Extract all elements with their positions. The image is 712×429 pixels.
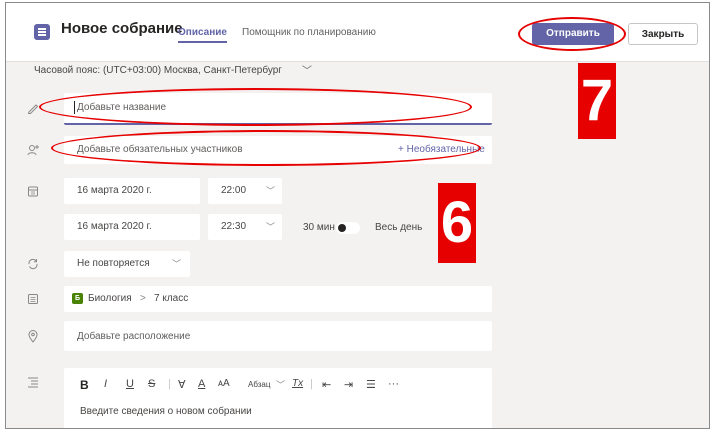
highlight-ellipse-attendees [51, 130, 481, 166]
repeat-value: Не повторяется [77, 258, 150, 269]
bullets-button[interactable]: ☰ [366, 378, 376, 391]
tab-description[interactable]: Описание [178, 27, 227, 43]
start-date-value: 16 марта 2020 г. [77, 185, 152, 196]
chevron-down-icon[interactable]: ﹀ [302, 62, 312, 77]
start-date-picker[interactable]: 16 марта 2020 г. [64, 178, 200, 204]
indent-button[interactable]: ⇥ [344, 378, 353, 391]
highlight-ellipse-send [518, 17, 626, 51]
chevron-down-icon: ﹀ [266, 186, 276, 196]
end-date-value: 16 марта 2020 г. [77, 221, 152, 232]
details-editor[interactable]: B I U S | ∀ A ᴀA Абзац ﹀ Tx | ⇤ ⇥ ☰ ··· … [64, 368, 492, 428]
end-date-picker[interactable]: 16 марта 2020 г. [64, 214, 200, 240]
start-time-picker[interactable]: 22:00 ﹀ [208, 178, 282, 204]
highlight-button[interactable]: ∀ [178, 378, 186, 391]
close-button[interactable]: Закрыть [628, 23, 698, 45]
duration-label: 30 мин [303, 222, 335, 233]
strikethrough-button[interactable]: S [148, 378, 155, 390]
highlight-ellipse-title [39, 88, 472, 126]
page-title: Новое собрание [61, 20, 183, 37]
end-time-value: 22:30 [221, 221, 247, 232]
step-7-badge: 7 [578, 63, 616, 139]
start-time-value: 22:00 [221, 185, 247, 196]
end-time-picker[interactable]: 22:30 ﹀ [208, 214, 282, 240]
meeting-window: Новое собрание Описание Помощник по план… [5, 2, 710, 429]
step-6-badge: 6 [438, 183, 476, 263]
chevron-down-icon[interactable]: ﹀ [276, 378, 285, 391]
add-people-icon [26, 143, 40, 157]
team-avatar: Б [72, 293, 83, 304]
editor-placeholder: Введите сведения о новом собрании [80, 406, 252, 417]
channel-team: Биология [88, 293, 132, 304]
channel-separator: > [140, 293, 146, 304]
paragraph-dropdown[interactable]: Абзац [248, 380, 270, 389]
italic-button[interactable]: I [104, 378, 107, 390]
repeat-dropdown[interactable]: Не повторяется ﹀ [64, 251, 190, 277]
clear-format-button[interactable]: Tx [292, 378, 303, 389]
calendar-icon [34, 24, 50, 40]
outdent-button[interactable]: ⇤ [322, 378, 331, 391]
font-color-button[interactable]: A [198, 378, 205, 390]
channel-selector[interactable]: Б Биология > 7 класс [64, 286, 492, 312]
details-icon [26, 375, 40, 389]
location-icon [26, 329, 40, 343]
toolbar-divider: | [168, 378, 171, 390]
timezone-label[interactable]: Часовой пояс: (UTC+03:00) Москва, Санкт-… [34, 65, 282, 76]
font-size-button[interactable]: ᴀA [218, 378, 230, 389]
channel-icon [26, 292, 40, 306]
chevron-down-icon: ﹀ [172, 259, 182, 269]
toolbar-divider: | [310, 378, 313, 390]
location-placeholder: Добавьте расположение [77, 331, 191, 342]
underline-button[interactable]: U [126, 378, 134, 390]
more-options-button[interactable]: ··· [388, 378, 399, 390]
bold-button[interactable]: B [80, 378, 89, 392]
chevron-down-icon: ﹀ [266, 222, 276, 232]
location-input[interactable]: Добавьте расположение [64, 321, 492, 351]
all-day-label: Весь день [375, 222, 423, 233]
pencil-icon [26, 101, 40, 115]
channel-name: 7 класс [154, 293, 189, 304]
tab-scheduling-assistant[interactable]: Помощник по планированию [242, 27, 376, 38]
repeat-icon [26, 257, 40, 271]
all-day-toggle[interactable] [336, 222, 360, 234]
calendar-date-icon [26, 184, 40, 198]
